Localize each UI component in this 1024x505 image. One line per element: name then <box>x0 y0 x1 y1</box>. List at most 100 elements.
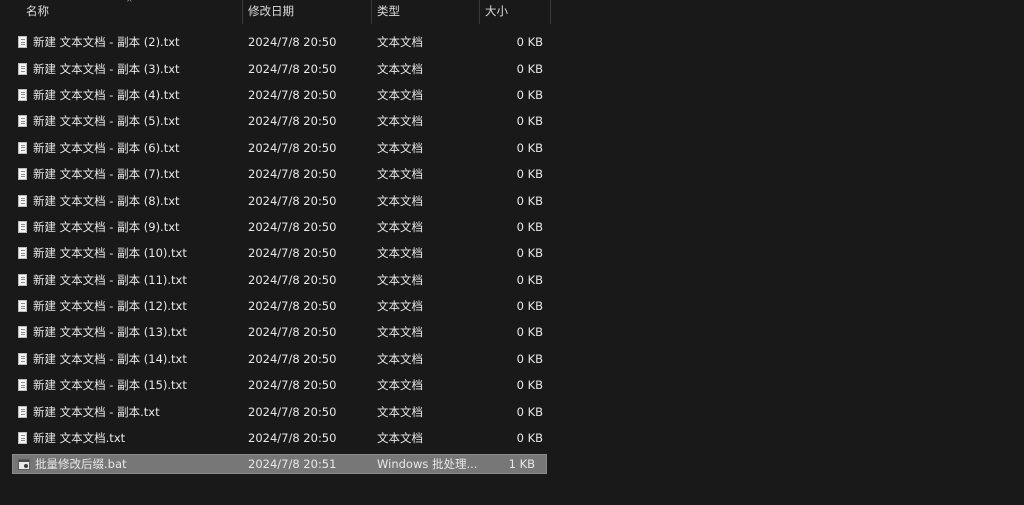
file-name-cell: 新建 文本文档 - 副本 (11).txt <box>0 272 243 288</box>
file-name-cell: 新建 文本文档 - 副本 (3).txt <box>0 61 243 77</box>
file-row[interactable]: 新建 文本文档 - 副本 (15).txt 2024/7/8 20:50 文本文档 0… <box>0 372 551 398</box>
file-date-modified: 2024/7/8 20:51 <box>248 457 337 472</box>
column-header-date-label: 修改日期 <box>248 4 294 18</box>
file-row[interactable]: 新建 文本文档 - 副本 (8).txt 2024/7/8 20:50 文本文档 0 … <box>0 187 551 213</box>
column-header-type[interactable]: 类型 <box>372 0 480 24</box>
file-date-modified: 2024/7/8 20:50 <box>248 351 337 366</box>
file-name: 新建 文本文档.txt <box>33 431 126 446</box>
file-size: 0 KB <box>516 35 543 50</box>
file-row[interactable]: 新建 文本文档 - 副本 (4).txt 2024/7/8 20:50 文本文档 0 … <box>0 82 551 108</box>
text-file-icon <box>18 405 27 418</box>
sort-ascending-icon: ^ <box>126 0 133 7</box>
text-file-icon <box>18 194 27 207</box>
file-name: 新建 文本文档 - 副本 (9).txt <box>33 219 180 234</box>
text-file-icon <box>18 168 27 181</box>
file-name-cell: 新建 文本文档 - 副本 (5).txt <box>0 113 243 129</box>
file-name-cell: 批量修改后缀.bat <box>12 456 243 472</box>
file-name: 新建 文本文档 - 副本 (15).txt <box>33 378 187 393</box>
column-header-size-label: 大小 <box>485 4 508 18</box>
column-header-name[interactable]: ^ 名称 <box>0 0 243 24</box>
file-type: 文本文档 <box>377 246 423 261</box>
file-row[interactable]: 新建 文本文档 - 副本 (9).txt 2024/7/8 20:50 文本文档 0 … <box>0 214 551 240</box>
text-file-icon <box>18 88 27 101</box>
text-file-icon <box>18 141 27 154</box>
text-file-icon <box>18 36 27 49</box>
file-date-modified: 2024/7/8 20:50 <box>248 140 337 155</box>
column-header-size[interactable]: 大小 <box>480 0 551 24</box>
text-file-icon <box>18 62 27 75</box>
file-name: 新建 文本文档 - 副本 (8).txt <box>33 193 180 208</box>
file-name: 批量修改后缀.bat <box>35 457 127 472</box>
file-date-modified: 2024/7/8 20:50 <box>248 219 337 234</box>
file-size: 0 KB <box>516 246 543 261</box>
file-type: 文本文档 <box>377 404 423 419</box>
file-type: 文本文档 <box>377 140 423 155</box>
column-header-name-label: 名称 <box>26 4 49 18</box>
file-row[interactable]: 新建 文本文档 - 副本 (12).txt 2024/7/8 20:50 文本文档 0… <box>0 293 551 319</box>
file-name-cell: 新建 文本文档 - 副本 (2).txt <box>0 34 243 50</box>
file-size: 0 KB <box>516 378 543 393</box>
file-name: 新建 文本文档 - 副本 (13).txt <box>33 325 187 340</box>
text-file-icon <box>18 273 27 286</box>
file-size: 0 KB <box>516 325 543 340</box>
column-header-date-modified[interactable]: 修改日期 <box>243 0 372 24</box>
file-row[interactable]: 新建 文本文档 - 副本 (6).txt 2024/7/8 20:50 文本文档 0 … <box>0 135 551 161</box>
text-file-icon <box>18 379 27 392</box>
text-file-icon <box>18 432 27 445</box>
text-file-icon <box>18 352 27 365</box>
file-size: 0 KB <box>516 61 543 76</box>
file-list: 新建 文本文档 - 副本 (2).txt 2024/7/8 20:50 文本文档 0 … <box>0 29 551 475</box>
file-row[interactable]: 新建 文本文档.txt 2024/7/8 20:50 文本文档 0 KB <box>0 425 551 451</box>
file-date-modified: 2024/7/8 20:50 <box>248 299 337 314</box>
file-name-cell: 新建 文本文档 - 副本 (14).txt <box>0 351 243 367</box>
file-type: 文本文档 <box>377 272 423 287</box>
batch-file-icon <box>18 458 30 470</box>
file-size: 0 KB <box>516 219 543 234</box>
text-file-icon <box>18 247 27 260</box>
file-row[interactable]: 新建 文本文档 - 副本 (14).txt 2024/7/8 20:50 文本文档 0… <box>0 346 551 372</box>
file-name-cell: 新建 文本文档 - 副本 (6).txt <box>0 140 243 156</box>
file-name-cell: 新建 文本文档 - 副本 (15).txt <box>0 377 243 393</box>
text-file-icon <box>18 300 27 313</box>
file-type: 文本文档 <box>377 351 423 366</box>
file-name-cell: 新建 文本文档 - 副本 (8).txt <box>0 193 243 209</box>
file-name-cell: 新建 文本文档 - 副本.txt <box>0 404 243 420</box>
file-name: 新建 文本文档 - 副本 (5).txt <box>33 114 180 129</box>
file-name: 新建 文本文档 - 副本 (2).txt <box>33 35 180 50</box>
file-row[interactable]: 新建 文本文档 - 副本 (3).txt 2024/7/8 20:50 文本文档 0 … <box>0 55 551 81</box>
file-name: 新建 文本文档 - 副本 (14).txt <box>33 351 187 366</box>
file-name-cell: 新建 文本文档 - 副本 (13).txt <box>0 324 243 340</box>
file-size: 0 KB <box>516 193 543 208</box>
file-name-cell: 新建 文本文档 - 副本 (9).txt <box>0 219 243 235</box>
file-size: 0 KB <box>516 299 543 314</box>
file-size: 0 KB <box>516 351 543 366</box>
file-type: 文本文档 <box>377 325 423 340</box>
file-explorer-details-view: ^ 名称 修改日期 类型 大小 新建 文本文档 - 副本 (2).txt 2024… <box>0 0 1024 505</box>
file-row[interactable]: 新建 文本文档 - 副本 (11).txt 2024/7/8 20:50 文本文档 0… <box>0 267 551 293</box>
file-name: 新建 文本文档 - 副本 (6).txt <box>33 140 180 155</box>
file-row[interactable]: 新建 文本文档 - 副本 (13).txt 2024/7/8 20:50 文本文档 0… <box>0 319 551 345</box>
file-date-modified: 2024/7/8 20:50 <box>248 404 337 419</box>
file-row[interactable]: 新建 文本文档 - 副本 (7).txt 2024/7/8 20:50 文本文档 0 … <box>0 161 551 187</box>
file-date-modified: 2024/7/8 20:50 <box>248 325 337 340</box>
file-row[interactable]: 新建 文本文档 - 副本 (5).txt 2024/7/8 20:50 文本文档 0 … <box>0 108 551 134</box>
file-name-cell: 新建 文本文档 - 副本 (7).txt <box>0 166 243 182</box>
file-row[interactable]: 新建 文本文档 - 副本 (2).txt 2024/7/8 20:50 文本文档 0 … <box>0 29 551 55</box>
file-name-cell: 新建 文本文档.txt <box>0 430 243 446</box>
file-row[interactable]: 新建 文本文档 - 副本.txt 2024/7/8 20:50 文本文档 0 KB <box>0 398 551 424</box>
column-header-type-label: 类型 <box>377 4 400 18</box>
file-row[interactable]: 新建 文本文档 - 副本 (10).txt 2024/7/8 20:50 文本文档 0… <box>0 240 551 266</box>
file-date-modified: 2024/7/8 20:50 <box>248 35 337 50</box>
file-size: 0 KB <box>516 140 543 155</box>
file-date-modified: 2024/7/8 20:50 <box>248 193 337 208</box>
file-size: 0 KB <box>516 404 543 419</box>
file-date-modified: 2024/7/8 20:50 <box>248 272 337 287</box>
file-row-selected[interactable]: 批量修改后缀.bat 2024/7/8 20:51 Windows 批处理... 1 … <box>12 454 547 475</box>
file-name: 新建 文本文档 - 副本.txt <box>33 404 160 419</box>
file-size: 0 KB <box>516 87 543 102</box>
file-type: 文本文档 <box>377 114 423 129</box>
file-type: 文本文档 <box>377 378 423 393</box>
file-type: 文本文档 <box>377 35 423 50</box>
file-size: 0 KB <box>516 114 543 129</box>
file-date-modified: 2024/7/8 20:50 <box>248 114 337 129</box>
